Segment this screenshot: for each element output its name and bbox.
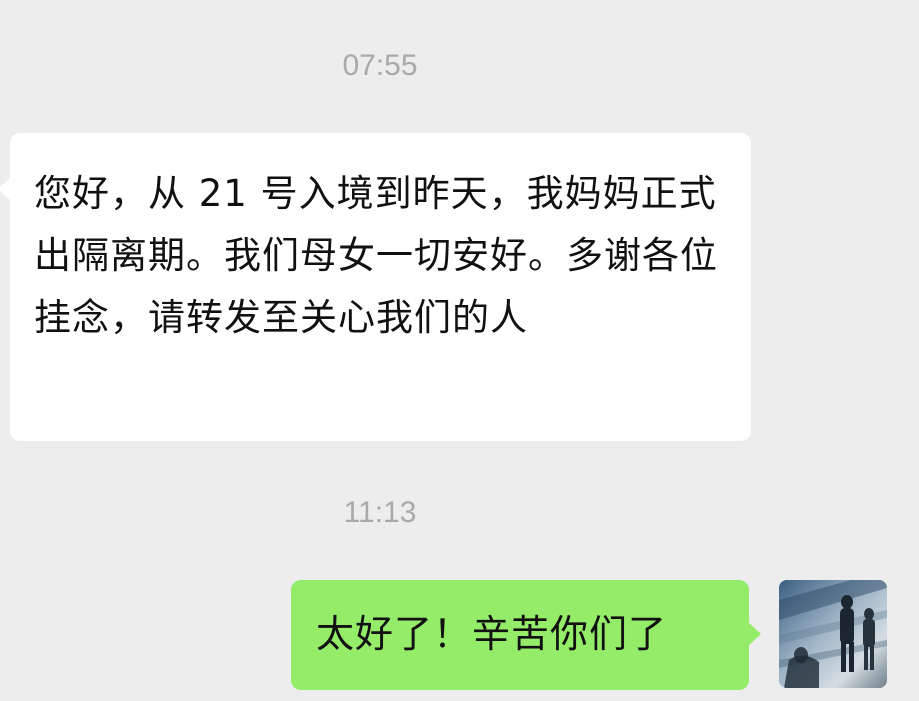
user-avatar-icon[interactable]	[779, 580, 887, 688]
outgoing-message-bubble[interactable]: 太好了！辛苦你们了	[291, 580, 761, 690]
incoming-message-bubble[interactable]: 您好，从 21 号入境到昨天，我妈妈正式出隔离期。我们母女一切安好。多谢各位挂念…	[0, 133, 751, 441]
timestamp: 07:55	[342, 49, 418, 82]
bubble-tail	[0, 177, 11, 201]
bubble-tail	[748, 622, 761, 646]
timestamp: 11:13	[343, 496, 417, 529]
message-text: 太好了！辛苦你们了	[316, 612, 668, 656]
avatar-image	[779, 580, 887, 688]
message-text: 您好，从 21 号入境到昨天，我妈妈正式出隔离期。我们母女一切安好。多谢各位挂念…	[34, 172, 718, 339]
